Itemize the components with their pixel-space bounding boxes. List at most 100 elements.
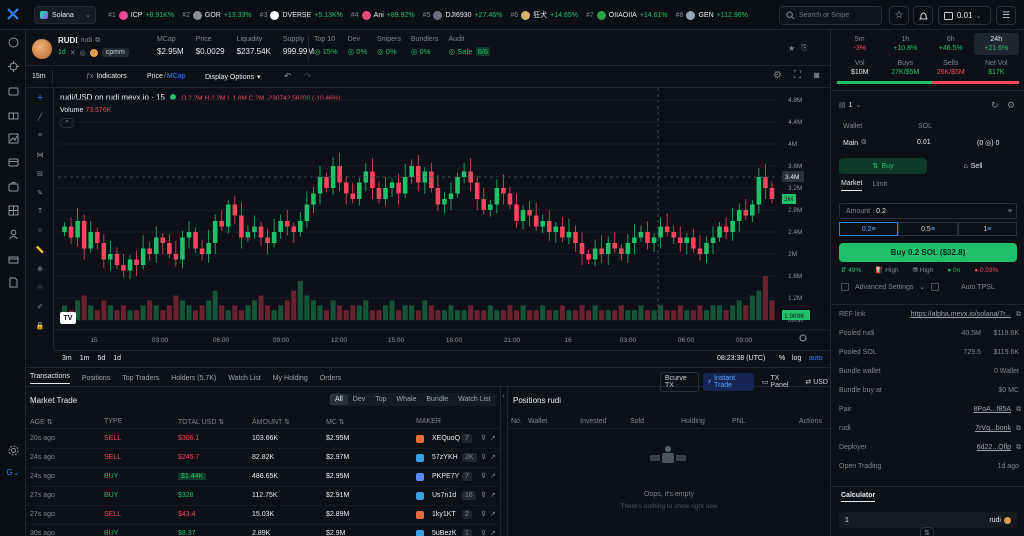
trade-row[interactable]: 20s ago SELL $306.1 103.66K $2.95M XEQuoQ 7 ⊽ ↗ [26, 430, 500, 449]
copy-icon[interactable]: ⧉ [861, 139, 866, 147]
filter-icon[interactable]: ⊽ [481, 434, 486, 442]
indicators-button[interactable]: ƒx Indicators [86, 73, 127, 80]
info-value[interactable]: 7rVq...bonk [975, 425, 1011, 432]
text-tool[interactable]: T [26, 202, 54, 221]
trade-maker[interactable]: 5uBezK [432, 530, 457, 536]
advanced-settings-checkbox[interactable] [841, 283, 849, 291]
interval-button[interactable]: 15m [32, 73, 46, 80]
tab-transactions[interactable]: Transactions [30, 373, 70, 384]
trending-item[interactable]: #8 GEN +112.96% [676, 10, 748, 20]
timeframe-stat[interactable]: 5m -3% [837, 33, 883, 55]
sidebar-language[interactable]: G⌄ [0, 460, 26, 484]
trending-item[interactable]: #1 ICP +8.91K% [108, 10, 174, 20]
filter-icon[interactable]: ⊽ [481, 529, 486, 536]
column-header[interactable]: TYPE [104, 418, 122, 425]
trade-row[interactable]: 24s ago SELL $245.7 82.82K $2.97M 57zYKH 2K ⊽ ↗ [26, 449, 500, 468]
range-button[interactable]: 5d [97, 355, 105, 362]
settings-icon[interactable]: ⚙ [1007, 100, 1015, 111]
tab-orders[interactable]: Orders [320, 375, 341, 382]
sidebar-explore[interactable] [0, 30, 26, 54]
range-button[interactable]: 1m [80, 355, 90, 362]
column-header[interactable]: TOTAL USD ⇅ [178, 418, 224, 426]
range-button[interactable]: 1d [113, 355, 121, 362]
panel-resizer[interactable]: ‹ [500, 387, 508, 536]
tab-positions[interactable]: Positions [82, 375, 110, 382]
column-header[interactable]: AGE ⇅ [30, 418, 53, 426]
share-icon[interactable]: ⎘ [801, 43, 807, 53]
preset-button[interactable]: 0.2 ≡ [839, 222, 899, 236]
preset-button[interactable]: 0.5 ≡ [898, 222, 958, 236]
tab-holders-5-7k-[interactable]: Holders (5.7K) [171, 375, 216, 382]
filter-icon[interactable]: ⊽ [481, 472, 486, 480]
wallet-button[interactable]: 0.01 ⌄ [938, 6, 991, 25]
auto-toggle[interactable]: auto [809, 355, 823, 362]
external-link-icon[interactable]: ↗ [490, 434, 496, 442]
tab-top-traders[interactable]: Top Traders [122, 375, 159, 382]
camera-icon[interactable]: ◙ [814, 70, 819, 80]
chevron-down-icon[interactable]: ⌄ [919, 283, 925, 291]
crosshair-tool[interactable]: ✛ [26, 88, 54, 107]
external-link-icon[interactable]: ↗ [490, 453, 496, 461]
timeframe-stat[interactable]: 6h +46.5% [928, 33, 974, 55]
external-link-icon[interactable]: ↗ [490, 491, 496, 499]
trade-row[interactable]: 30s ago BUY $8.37 2.89K $2.9M 5uBezK 1 ⊽ ↗ [26, 525, 500, 536]
time-settings-icon[interactable] [799, 334, 807, 342]
trending-item[interactable]: #3 DVERSE +5.13K% [260, 10, 343, 20]
sidebar-users[interactable] [0, 222, 26, 246]
menu-button[interactable]: ☰ [996, 6, 1016, 25]
external-link-icon[interactable]: ↗ [490, 510, 496, 518]
percent-toggle[interactable]: % [779, 355, 785, 362]
sidebar-docs[interactable] [0, 270, 26, 294]
swap-button[interactable]: ⇅ [920, 527, 934, 536]
pencil-tool[interactable]: ✐ [26, 297, 54, 316]
zoom-tool[interactable]: ⊕ [26, 259, 54, 278]
trade-settings-summary[interactable]: ⇵ 49% ⛽ High ⛃ High ● 0n ● 0.03% [841, 266, 998, 275]
display-options-button[interactable]: Display Options ▾ [205, 73, 261, 82]
tab-watch-list[interactable]: Watch List [228, 375, 260, 382]
favorite-star-icon[interactable]: ★ [788, 44, 795, 53]
logo-icon[interactable] [6, 7, 20, 21]
info-value[interactable]: https://alpha.mevx.io/solana/7r... [911, 311, 1011, 318]
magnet-tool[interactable]: ∩ [26, 278, 54, 297]
sidebar-trade[interactable] [0, 78, 26, 102]
trending-item[interactable]: #4 Ani +89.92% [351, 10, 415, 20]
redo-icon[interactable]: ↷ [304, 71, 312, 82]
log-toggle[interactable]: log [792, 355, 801, 362]
timeframe-stat[interactable]: 1h +10.8% [883, 33, 929, 55]
trade-row[interactable]: 24s ago BUY $1.44K 486.65K $2.95M PKPE7Y 7 ⊽ ↗ [26, 468, 500, 487]
sidebar-settings[interactable] [0, 438, 26, 462]
tab-my-holding[interactable]: My Holding [273, 375, 308, 382]
price-chart[interactable]: rudi/USD on rudi mevx.io · 15 O 2.2M H 2… [54, 88, 830, 350]
mcap-toggle-label[interactable]: MCap [167, 73, 186, 80]
trending-item[interactable]: #5 DJI6930 +27.46% [423, 10, 502, 20]
price-toggle-label[interactable]: Price [147, 73, 163, 80]
filter-top[interactable]: Top [370, 394, 391, 405]
order-type-limit[interactable]: Limit [872, 181, 887, 191]
buy-submit-button[interactable]: Buy 0.2 SOL ($32.8) [839, 243, 1017, 262]
filter-icon[interactable]: ⊽ [481, 491, 486, 499]
fib-tool[interactable]: ⊟ [26, 164, 54, 183]
network-select[interactable]: Solana ⌄ [34, 6, 96, 24]
external-link-icon[interactable]: ↗ [490, 529, 496, 536]
trade-maker[interactable]: Us7n1d [432, 492, 456, 499]
auto-tpsl-label[interactable]: Auto TPSL [961, 284, 995, 291]
fullscreen-icon[interactable]: ⛶ [794, 70, 801, 81]
copy-icon[interactable]: ⧉ [95, 37, 100, 45]
filter-icon[interactable]: ⊽ [481, 510, 486, 518]
x-social-icon[interactable]: ✕ [70, 49, 76, 57]
copy-icon[interactable]: ⧉ [1016, 444, 1021, 452]
calculator-input[interactable]: 1 rudi [839, 512, 1017, 528]
refresh-icon[interactable]: ↻ [991, 100, 999, 111]
pattern-tool[interactable]: ⋈ [26, 145, 54, 164]
trade-row[interactable]: 27s ago SELL $43.4 15.03K $2.89M 1ky1KT 2 ⊽ ↗ [26, 506, 500, 525]
filter-icon[interactable]: ⊽ [481, 453, 486, 461]
sidebar-grid[interactable] [0, 198, 26, 222]
web-search-icon[interactable]: ◎ [80, 49, 86, 57]
filter-watch-list[interactable]: Watch List [453, 394, 495, 405]
external-link-icon[interactable]: ↗ [490, 472, 496, 480]
lock-tool[interactable]: 🔒 [26, 316, 54, 335]
trendline-tool[interactable]: ╱ [26, 107, 54, 126]
sidebar-portfolio[interactable] [0, 174, 26, 198]
brush-tool[interactable]: ✎ [26, 183, 54, 202]
sidebar-gift[interactable] [0, 102, 26, 126]
